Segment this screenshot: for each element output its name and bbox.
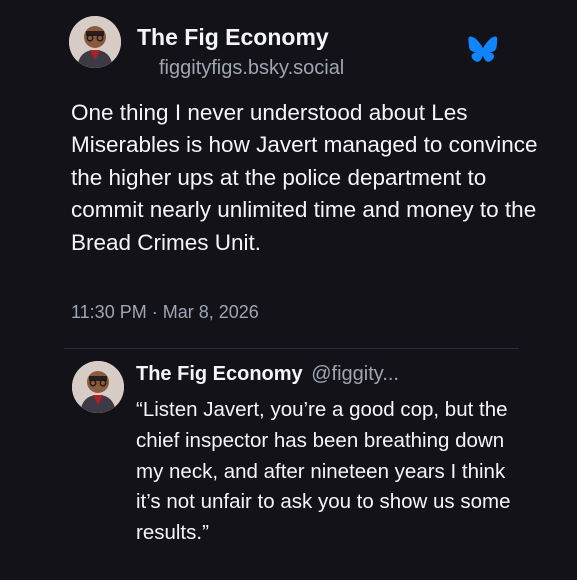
reply-header: The Fig Economy @figgity...	[136, 361, 399, 387]
reply-text: “Listen Javert, you’re a good cop, but t…	[136, 398, 511, 545]
avatar-image	[72, 361, 124, 413]
reply-author-handle[interactable]: @figgity...	[311, 363, 399, 385]
avatar-image	[69, 16, 121, 68]
reply-author-name[interactable]: The Fig Economy	[136, 363, 303, 385]
divider	[64, 348, 519, 349]
post-text: One thing I never understood about Les M…	[71, 100, 538, 255]
main-post: The Fig Economy figgityfigs.bsky.social …	[0, 0, 577, 348]
avatar[interactable]	[69, 16, 121, 68]
bluesky-butterfly-icon[interactable]	[468, 36, 498, 62]
author-handle[interactable]: figgityfigs.bsky.social	[159, 55, 344, 81]
reply-avatar[interactable]	[72, 361, 124, 413]
author-name[interactable]: The Fig Economy	[137, 23, 329, 51]
post-timestamp[interactable]: 11:30 PM · Mar 8, 2026	[71, 300, 259, 324]
